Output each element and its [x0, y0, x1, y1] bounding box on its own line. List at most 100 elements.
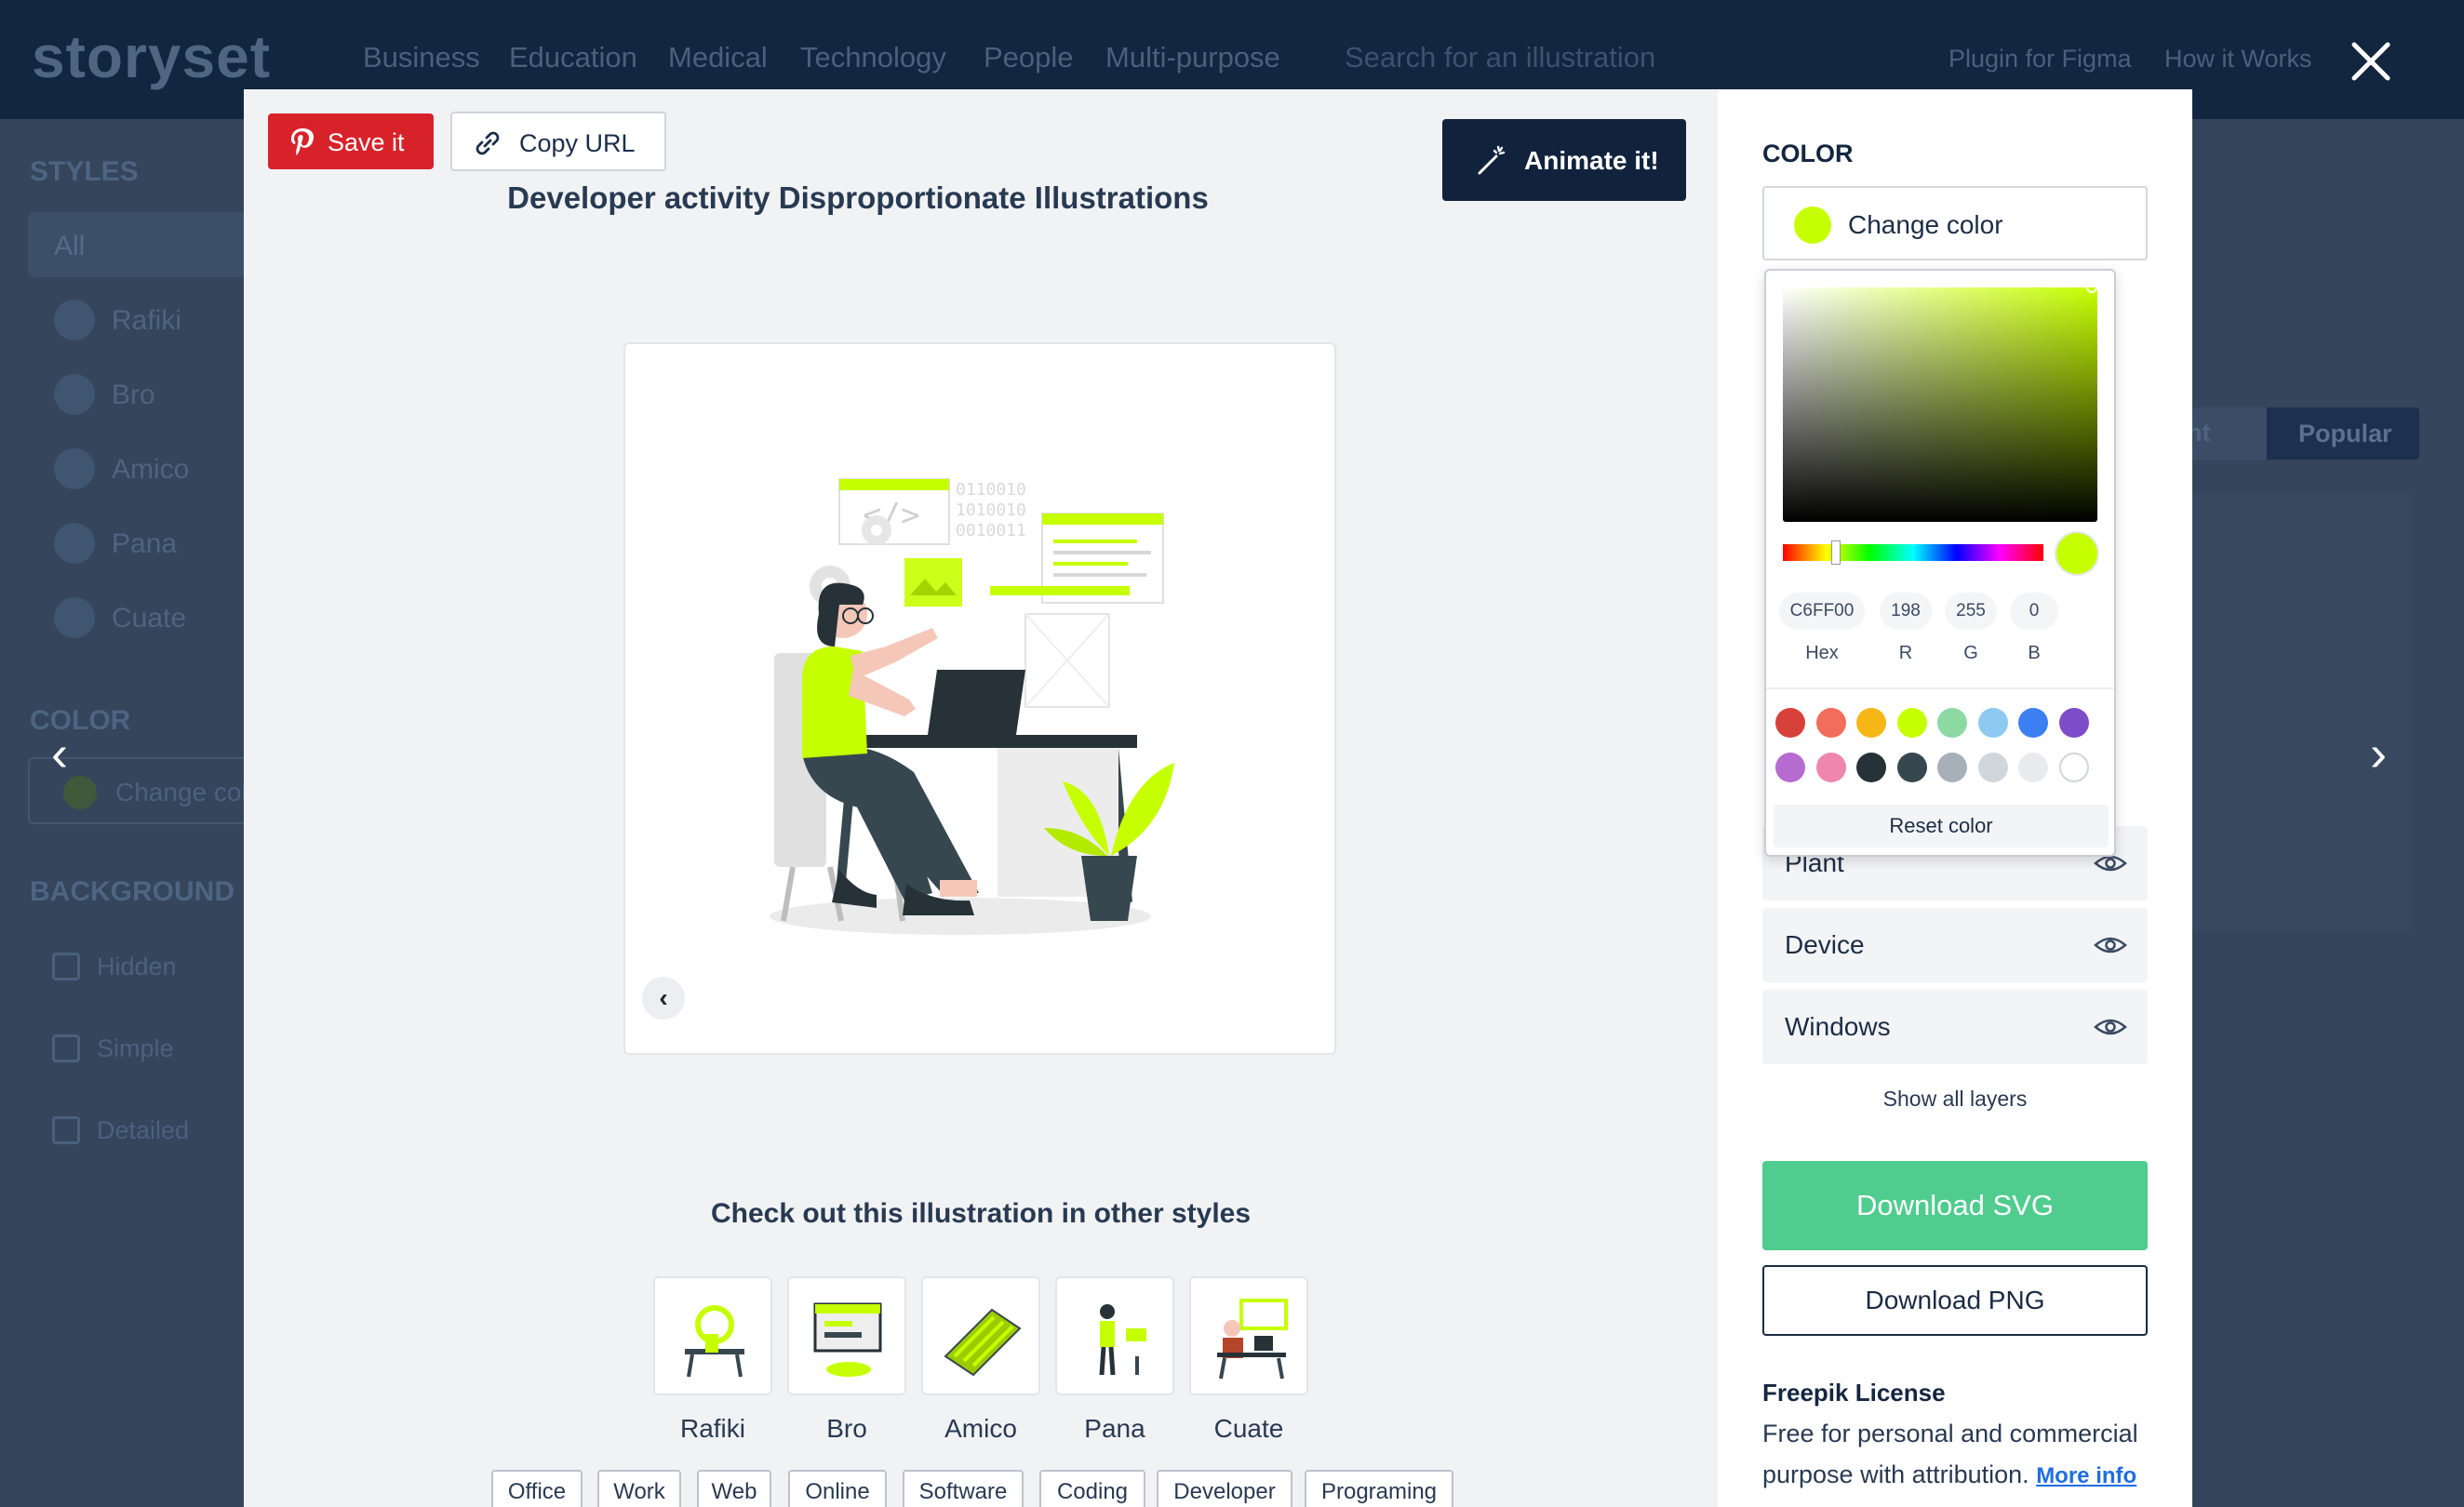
tag-web[interactable]: Web [697, 1470, 771, 1507]
hex-input[interactable]: C6FF00 [1779, 593, 1865, 630]
save-it-button[interactable]: Save it [268, 113, 434, 169]
style-tile-amico[interactable] [921, 1276, 1040, 1395]
styles-heading: STYLES [30, 156, 139, 187]
tag-office[interactable]: Office [491, 1470, 583, 1507]
detailed-icon [52, 1116, 80, 1144]
download-svg-button[interactable]: Download SVG [1762, 1161, 2148, 1250]
style-label-bro[interactable]: Bro [787, 1414, 906, 1444]
preset-swatch[interactable] [2058, 753, 2089, 782]
preview-area: Save it Copy URL Animate it! Developer a… [244, 89, 1718, 1507]
preset-swatch[interactable] [1815, 708, 1846, 738]
illustration-title: Developer activity Disproportionate Illu… [507, 180, 1209, 215]
style-pana[interactable]: Pana [112, 528, 177, 560]
magic-wand-icon [1478, 145, 1506, 175]
style-tile-rafiki[interactable] [653, 1276, 772, 1395]
color-heading: COLOR [1762, 140, 1854, 167]
tag-coding[interactable]: Coding [1039, 1470, 1145, 1507]
preset-swatch[interactable] [2018, 708, 2048, 738]
style-amico[interactable]: Amico [112, 454, 189, 486]
tag-software[interactable]: Software [903, 1470, 1024, 1507]
layer-device[interactable]: Device [1762, 908, 2148, 982]
style-tile-bro[interactable] [787, 1276, 906, 1395]
bro-thumbnail-icon [813, 1302, 882, 1377]
saturation-value-area[interactable] [1783, 287, 2097, 522]
animate-it-label: Animate it! [1524, 146, 1659, 175]
download-png-button[interactable]: Download PNG [1762, 1265, 2148, 1336]
preset-swatch[interactable] [1775, 753, 1805, 782]
bro-avatar [54, 374, 95, 415]
plugin-link[interactable]: Plugin for Figma [1948, 45, 2132, 73]
animate-it-button[interactable]: Animate it! [1442, 119, 1686, 201]
layer-windows-label: Windows [1785, 1012, 1891, 1041]
license-heading: Freepik License [1762, 1379, 1946, 1407]
bg-simple[interactable]: Simple [97, 1034, 174, 1063]
nav-multi-purpose[interactable]: Multi-purpose [1105, 41, 1280, 74]
nav-medical[interactable]: Medical [668, 41, 768, 74]
nav-business[interactable]: Business [363, 41, 480, 74]
nav-technology[interactable]: Technology [800, 41, 946, 74]
preset-swatch[interactable] [2018, 753, 2048, 782]
style-bro[interactable]: Bro [112, 380, 155, 411]
preset-swatch[interactable] [1815, 753, 1846, 782]
style-all-label: All [54, 231, 86, 261]
tag-work[interactable]: Work [597, 1470, 681, 1507]
preset-swatch[interactable] [1896, 708, 1927, 738]
b-label: B [2028, 643, 2041, 663]
style-label-pana[interactable]: Pana [1055, 1414, 1174, 1444]
color-picker: C6FF00 198 255 0 Hex R G B Reset color [1764, 269, 2116, 857]
hue-slider[interactable] [1783, 544, 2043, 561]
g-input[interactable]: 255 [1945, 593, 1997, 630]
nav-people[interactable]: People [984, 41, 1074, 74]
current-color-swatch [1794, 207, 1831, 244]
eye-icon[interactable] [2094, 1014, 2127, 1040]
tag-online[interactable]: Online [788, 1470, 887, 1507]
style-label-rafiki[interactable]: Rafiki [653, 1414, 772, 1444]
hue-knob[interactable] [1831, 540, 1841, 565]
style-cuate[interactable]: Cuate [112, 603, 186, 634]
tab-popular-label: Popular [2298, 420, 2392, 447]
close-icon[interactable] [2345, 35, 2397, 87]
nav-education[interactable]: Education [509, 41, 637, 74]
preset-swatch[interactable] [1775, 708, 1805, 738]
picker-divider [1766, 687, 2114, 689]
eye-icon[interactable] [2094, 932, 2127, 958]
saturation-knob[interactable] [2086, 282, 2097, 293]
copy-url-button[interactable]: Copy URL [450, 112, 666, 171]
prev-arrow-icon[interactable]: ‹ [32, 726, 87, 781]
tag-developer[interactable]: Developer [1157, 1470, 1292, 1507]
style-tile-pana[interactable] [1055, 1276, 1174, 1395]
style-label-amico[interactable]: Amico [921, 1414, 1040, 1444]
preset-swatch[interactable] [1977, 753, 2008, 782]
tab-popular[interactable]: Popular [2267, 407, 2419, 460]
next-arrow-icon[interactable]: › [2350, 726, 2406, 781]
b-input[interactable]: 0 [2010, 593, 2058, 630]
preset-swatch[interactable] [2058, 708, 2089, 738]
link-icon [475, 131, 500, 155]
style-rafiki[interactable]: Rafiki [112, 305, 181, 337]
preset-swatch[interactable] [1937, 708, 1967, 738]
chevron-left-icon[interactable]: ‹ [642, 977, 685, 1020]
bg-detailed[interactable]: Detailed [97, 1116, 189, 1145]
g-label: G [1963, 643, 1978, 663]
preset-swatch[interactable] [1856, 753, 1886, 782]
how-it-works-link[interactable]: How it Works [2164, 45, 2312, 73]
show-all-layers-link[interactable]: Show all layers [1762, 1087, 2148, 1112]
site-logo[interactable]: storyset [32, 22, 271, 91]
reset-color-button[interactable]: Reset color [1774, 805, 2109, 847]
more-info-link[interactable]: More info [2036, 1463, 2136, 1488]
preset-swatch[interactable] [1856, 708, 1886, 738]
tag-programing[interactable]: Programing [1305, 1470, 1453, 1507]
bg-hidden[interactable]: Hidden [97, 953, 177, 981]
preset-swatch[interactable] [1896, 753, 1927, 782]
layer-windows[interactable]: Windows [1762, 990, 2148, 1064]
license-text-line-1: Free for personal and commercial [1762, 1420, 2138, 1447]
style-label-cuate[interactable]: Cuate [1189, 1414, 1308, 1444]
style-tile-cuate[interactable] [1189, 1276, 1308, 1395]
change-color-button[interactable]: Change color [1762, 186, 2148, 260]
preset-swatch[interactable] [1977, 708, 2008, 738]
style-all[interactable]: All [28, 212, 251, 277]
pana-thumbnail-icon [1099, 1304, 1146, 1376]
r-input[interactable]: 198 [1880, 593, 1932, 630]
preset-swatch[interactable] [1937, 753, 1967, 782]
search-input[interactable]: Search for an illustration [1345, 41, 1655, 74]
